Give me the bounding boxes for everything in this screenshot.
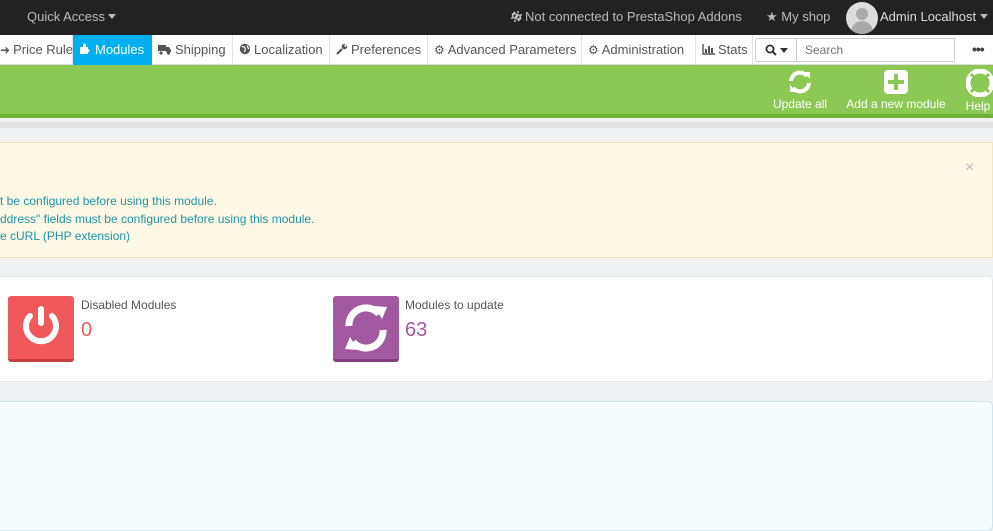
caret-down-icon xyxy=(779,48,788,53)
search-scope-button[interactable] xyxy=(755,38,797,62)
quick-access-menu[interactable]: Quick Access xyxy=(27,9,117,24)
add-new-module-label: Add a new module xyxy=(846,97,946,111)
nav-item-advanced-parameters[interactable]: ⚙ Advanced Parameters xyxy=(428,35,582,65)
refresh-icon xyxy=(789,70,811,94)
bar-chart-icon xyxy=(702,36,715,65)
warning-alert: × t be configured before using this modu… xyxy=(0,142,993,258)
add-new-module-button[interactable]: Add a new module xyxy=(841,69,951,111)
nav-item-label: Administration xyxy=(601,42,685,57)
nav-item-preferences[interactable]: Preferences xyxy=(330,35,428,65)
caret-down-icon xyxy=(108,14,117,19)
modules-list-panel xyxy=(0,401,993,531)
kpi-title-modules-to-update: Modules to update xyxy=(405,298,504,312)
my-shop-link[interactable]: ★ My shop xyxy=(766,9,830,25)
page-toolbar: Update all Add a new module Help xyxy=(0,65,993,118)
nav-item-price-rules[interactable]: ➜ Price Rules xyxy=(0,35,80,65)
cogs-icon: ⚙ xyxy=(434,43,445,57)
truck-icon xyxy=(158,36,172,65)
nav-item-label: Price Rules xyxy=(13,42,80,57)
star-icon: ★ xyxy=(766,9,778,24)
globe-icon xyxy=(239,36,251,65)
help-label: Help xyxy=(965,99,991,113)
search-input[interactable] xyxy=(797,38,955,62)
puzzle-icon xyxy=(79,36,92,65)
main-nav: ➜ Price Rules Modules Shipping Localizati… xyxy=(0,35,993,65)
nav-item-localization[interactable]: Localization xyxy=(233,35,330,65)
toolbar-shadow xyxy=(0,122,993,128)
addons-connection-link[interactable]: Not connected to PrestaShop Addons xyxy=(510,9,742,24)
nav-item-label: Preferences xyxy=(351,42,422,57)
power-icon xyxy=(8,296,74,362)
top-bar: Quick Access Not connected to PrestaShop… xyxy=(0,0,993,35)
avatar[interactable] xyxy=(846,2,878,34)
kpi-value-disabled-modules: 0 xyxy=(81,319,93,341)
search-icon xyxy=(765,44,777,56)
kpi-value-modules-to-update: 63 xyxy=(405,319,428,341)
warning-line[interactable]: t be configured before using this module… xyxy=(0,194,217,208)
refresh-icon xyxy=(333,296,399,362)
warning-line[interactable]: e cURL (PHP extension) xyxy=(0,229,130,243)
update-all-label: Update all xyxy=(772,97,828,111)
unlink-icon xyxy=(511,11,522,22)
my-shop-label: My shop xyxy=(781,9,831,24)
kpi-panel: Disabled Modules 0 Modules to update 63 xyxy=(0,276,993,382)
nav-item-shipping[interactable]: Shipping xyxy=(152,35,233,65)
price-rules-icon: ➜ xyxy=(0,43,11,57)
more-menu-icon[interactable]: ••• xyxy=(972,41,985,57)
kpi-title-disabled-modules: Disabled Modules xyxy=(81,298,177,312)
wrench-icon xyxy=(336,36,348,65)
nav-item-label: Stats xyxy=(718,42,748,57)
quick-access-label: Quick Access xyxy=(27,9,106,24)
nav-item-modules[interactable]: Modules xyxy=(73,35,152,65)
nav-item-label: Modules xyxy=(95,42,145,57)
gear-icon: ⚙ xyxy=(588,43,599,57)
user-menu[interactable]: Admin Localhost xyxy=(880,9,989,24)
help-button[interactable]: Help xyxy=(960,69,993,113)
plus-square-icon xyxy=(884,70,908,94)
nav-item-label: Localization xyxy=(254,42,323,57)
lifebuoy-icon xyxy=(966,69,993,97)
caret-down-icon xyxy=(980,14,989,19)
user-name: Admin Localhost xyxy=(880,9,977,24)
nav-item-label: Advanced Parameters xyxy=(447,42,577,57)
nav-item-administration[interactable]: ⚙ Administration xyxy=(582,35,696,65)
nav-item-stats[interactable]: Stats xyxy=(696,35,753,65)
addons-status-text: Not connected to PrestaShop Addons xyxy=(525,9,742,24)
close-icon[interactable]: × xyxy=(965,159,974,177)
warning-line[interactable]: ddress" fields must be configured before… xyxy=(0,212,314,226)
nav-item-label: Shipping xyxy=(175,42,226,57)
update-all-button[interactable]: Update all xyxy=(769,69,831,111)
